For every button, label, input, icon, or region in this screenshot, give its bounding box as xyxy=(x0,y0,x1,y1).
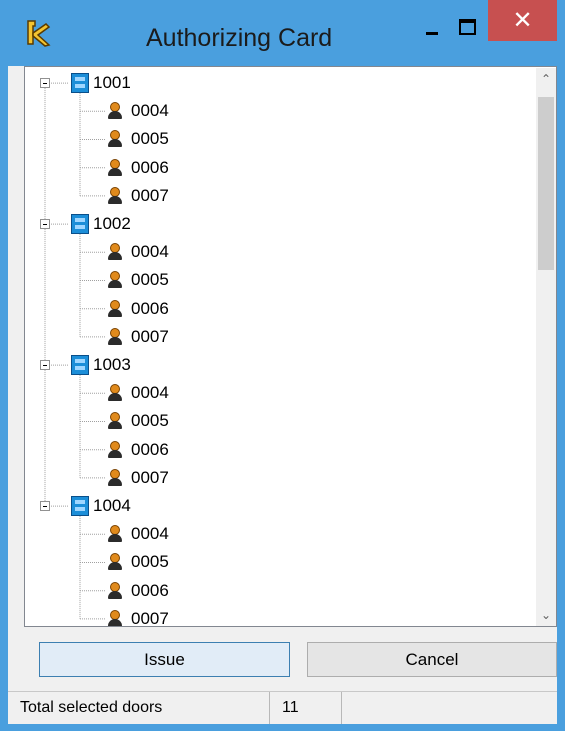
status-bar: Total selected doors 11 xyxy=(8,691,557,724)
user-icon xyxy=(107,581,123,600)
title-bar[interactable]: Authorizing Card ✕ xyxy=(0,0,565,66)
tree-child-label: 0004 xyxy=(131,101,169,121)
tree-child-label: 0007 xyxy=(131,608,169,627)
tree-group-label: 1001 xyxy=(93,73,131,92)
tree-vertical-scrollbar[interactable]: ⌃ ⌄ xyxy=(536,68,556,626)
dialog-body: ⌃ ⌄ 1001 0004 0005 0006 0007 1002 0004 0005 0006… xyxy=(8,66,557,724)
user-icon xyxy=(107,186,123,205)
user-icon xyxy=(107,271,123,289)
door-icon xyxy=(71,496,89,516)
door-tree[interactable]: ⌃ ⌄ 1001 0004 0005 0006 0007 1002 0004 0005 0006… xyxy=(24,66,557,627)
scroll-up-arrow-icon[interactable]: ⌃ xyxy=(536,68,556,90)
status-count: 11 xyxy=(270,692,342,724)
tree-group-label: 1002 xyxy=(93,214,131,233)
app-key-icon xyxy=(27,20,51,47)
door-icon xyxy=(71,355,89,375)
user-icon-body xyxy=(108,111,122,120)
door-icon xyxy=(71,73,89,93)
tree-child-label: 0006 xyxy=(131,298,169,318)
authorizing-card-window: Authorizing Card ✕ ⌃ ⌄ 1001 0004 0005 0006 0… xyxy=(0,0,565,731)
tree-group-label: 1004 xyxy=(93,496,131,515)
user-icon xyxy=(107,468,123,487)
user-icon xyxy=(107,102,123,120)
tree-child-label: 0005 xyxy=(131,270,169,290)
user-icon-body xyxy=(108,167,122,176)
user-icon-body xyxy=(108,477,122,486)
tree-child-label: 0006 xyxy=(131,157,169,177)
user-icon-body xyxy=(108,195,122,204)
issue-button[interactable]: Issue xyxy=(39,642,290,677)
status-empty-cell xyxy=(342,692,557,724)
window-title: Authorizing Card xyxy=(146,24,333,52)
door-icon xyxy=(71,214,89,234)
scroll-thumb[interactable] xyxy=(538,97,554,270)
tree-child-label: 0007 xyxy=(131,185,169,205)
user-icon-body xyxy=(108,308,122,317)
tree-connector-lines xyxy=(44,82,105,620)
user-icon xyxy=(107,440,123,459)
user-icon-body xyxy=(108,421,122,430)
tree-child-label: 0005 xyxy=(131,129,169,149)
user-icon xyxy=(107,553,123,571)
user-icon xyxy=(107,299,123,318)
user-icon xyxy=(107,158,123,177)
user-icon xyxy=(107,130,123,148)
user-icon xyxy=(107,609,123,626)
user-icon-body xyxy=(108,562,122,571)
tree-child-label: 0005 xyxy=(131,552,169,572)
user-icon-body xyxy=(108,139,122,148)
collapse-toggle-icon[interactable] xyxy=(40,360,50,371)
tree-child-label: 0006 xyxy=(131,439,169,459)
tree-group-label: 1003 xyxy=(93,355,131,374)
status-label: Total selected doors xyxy=(8,692,270,724)
user-icon xyxy=(107,327,123,346)
close-button[interactable]: ✕ xyxy=(488,0,557,41)
user-icon-body xyxy=(108,618,122,626)
tree-child-label: 0006 xyxy=(131,580,169,600)
collapse-toggle-icon[interactable] xyxy=(40,219,50,230)
user-icon-body xyxy=(108,336,122,345)
tree-child-label: 0004 xyxy=(131,242,169,262)
tree-child-label: 0004 xyxy=(131,383,169,403)
scroll-down-arrow-icon[interactable]: ⌄ xyxy=(536,604,556,626)
tree-child-label: 0007 xyxy=(131,326,169,346)
collapse-toggle-icon[interactable] xyxy=(40,78,50,89)
minimize-button[interactable] xyxy=(410,10,450,44)
user-icon-body xyxy=(108,590,122,599)
tree-child-label: 0004 xyxy=(131,524,169,544)
user-icon-body xyxy=(108,393,122,402)
user-icon-body xyxy=(108,449,122,458)
tree-child-label: 0007 xyxy=(131,467,169,487)
user-icon-body xyxy=(108,280,122,289)
cancel-button[interactable]: Cancel xyxy=(307,642,557,677)
maximize-button[interactable] xyxy=(446,10,486,44)
user-icon xyxy=(107,384,123,402)
user-icon xyxy=(107,243,123,261)
user-icon xyxy=(107,525,123,543)
collapse-toggle-icon[interactable] xyxy=(40,501,50,512)
user-icon-body xyxy=(108,252,122,261)
user-icon xyxy=(107,412,123,430)
tree-child-label: 0005 xyxy=(131,411,169,431)
user-icon-body xyxy=(108,534,122,543)
close-icon: ✕ xyxy=(512,6,533,34)
